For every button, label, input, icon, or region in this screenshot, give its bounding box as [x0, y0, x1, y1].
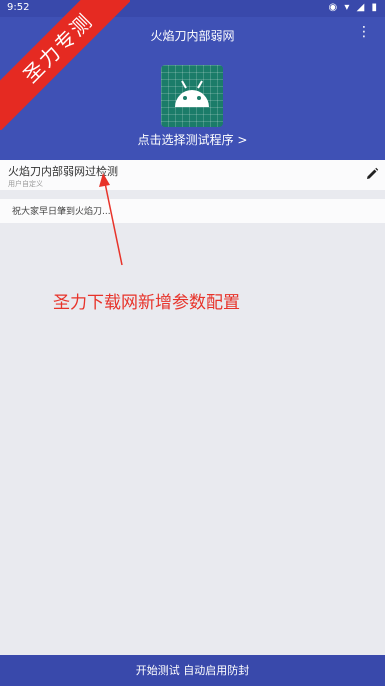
config-card[interactable]: 火焰刀内部弱网过检测 用户自定义 — [0, 160, 385, 190]
edit-pencil-icon[interactable] — [365, 166, 379, 185]
status-time: 9:52 — [7, 2, 30, 13]
start-test-button[interactable]: 开始测试 自动启用防封 — [0, 655, 385, 686]
android-app-icon[interactable] — [161, 65, 223, 127]
android-robot-icon — [175, 80, 209, 107]
annotation-text: 圣力下载网新增参数配置 — [53, 293, 240, 313]
notice-card: 祝大家早日肇到火焰刀... — [0, 199, 385, 223]
app-title: 火焰刀内部弱网 — [150, 29, 235, 43]
config-subtitle: 用户自定义 — [8, 180, 43, 188]
notice-text: 祝大家早日肇到火焰刀... — [12, 207, 111, 217]
config-title: 火焰刀内部弱网过检测 — [8, 165, 118, 178]
app-header: 火焰刀内部弱网 ⋮ 点击选择测试程序 > — [0, 17, 385, 160]
select-test-program-link[interactable]: 点击选择测试程序 > — [0, 131, 385, 148]
more-menu-icon[interactable]: ⋮ — [357, 25, 371, 39]
status-bar: 9:52 ◉ ▾ ◢ ▮ — [0, 0, 385, 17]
status-icons: ◉ ▾ ◢ ▮ — [328, 2, 379, 13]
